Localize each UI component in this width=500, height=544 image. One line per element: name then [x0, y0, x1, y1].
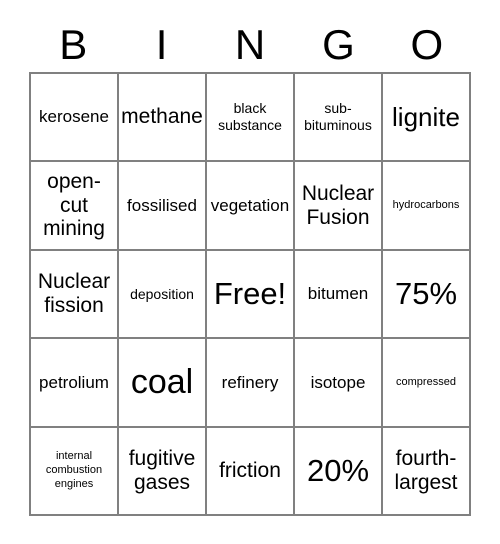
- bingo-cell[interactable]: isotope: [295, 339, 383, 428]
- bingo-header-letter-n: N: [234, 21, 266, 68]
- bingo-cell[interactable]: fossilised: [119, 162, 207, 251]
- bingo-cell[interactable]: hydrocarbons: [383, 162, 471, 251]
- bingo-cell-free-space[interactable]: Free!: [207, 250, 295, 340]
- bingo-cell-label: kerosene: [39, 107, 109, 127]
- bingo-card: B I N G O kerosene methane black substan…: [0, 0, 500, 544]
- bingo-cell-label: coal: [130, 362, 194, 401]
- bingo-cell-label: open- cut mining: [43, 170, 105, 241]
- bingo-cell[interactable]: methane: [119, 74, 207, 163]
- bingo-cell-label: 20%: [306, 453, 370, 489]
- bingo-cell[interactable]: Nuclear Fusion: [295, 162, 383, 251]
- bingo-cell-label: refinery: [221, 372, 279, 392]
- bingo-cell[interactable]: black substance: [207, 74, 295, 163]
- bingo-grid: kerosene methane black substance sub- bi…: [29, 72, 471, 516]
- bingo-cell-label: black substance: [218, 100, 282, 134]
- bingo-cell[interactable]: sub- bituminous: [295, 74, 383, 163]
- bingo-cell-label: hydrocarbons: [392, 198, 460, 211]
- bingo-cell-label: fourth- largest: [394, 447, 458, 494]
- bingo-cell[interactable]: open- cut mining: [31, 162, 119, 251]
- bingo-cell[interactable]: refinery: [207, 339, 295, 428]
- bingo-cell[interactable]: coal: [119, 339, 207, 428]
- bingo-cell[interactable]: lignite: [383, 74, 471, 163]
- bingo-cell[interactable]: fourth- largest: [383, 427, 471, 516]
- bingo-free-space-label: Free!: [213, 276, 287, 312]
- bingo-cell-label: 75%: [394, 276, 458, 312]
- bingo-cell-label: Nuclear fission: [37, 270, 111, 317]
- bingo-cell[interactable]: 75%: [383, 250, 471, 340]
- bingo-cell[interactable]: 20%: [295, 427, 383, 516]
- bingo-header-letter-i: I: [155, 21, 168, 68]
- bingo-cell-label: sub- bituminous: [304, 100, 372, 134]
- bingo-cell-label: fossilised: [127, 195, 197, 215]
- bingo-cell-label: isotope: [310, 372, 366, 392]
- bingo-cell-label: methane: [121, 105, 203, 129]
- bingo-cell[interactable]: deposition: [119, 250, 207, 340]
- bingo-cell-label: compressed: [396, 375, 456, 388]
- bingo-cell[interactable]: Nuclear fission: [31, 250, 119, 340]
- bingo-cell-label: petrolium: [39, 372, 109, 392]
- bingo-header-row: B I N G O: [29, 18, 471, 72]
- bingo-cell[interactable]: internal combustion engines: [31, 427, 119, 516]
- bingo-cell-label: fugitive gases: [128, 447, 196, 494]
- bingo-cell-label: Nuclear Fusion: [301, 182, 375, 229]
- bingo-cell[interactable]: vegetation: [207, 162, 295, 251]
- bingo-cell[interactable]: bitumen: [295, 250, 383, 340]
- bingo-cell-label: friction: [219, 459, 281, 483]
- bingo-header-letter-g: G: [322, 21, 355, 68]
- bingo-cell[interactable]: petrolium: [31, 339, 119, 428]
- bingo-cell[interactable]: friction: [207, 427, 295, 516]
- bingo-cell-label: lignite: [392, 101, 460, 132]
- bingo-header-letter-o: O: [410, 21, 444, 68]
- bingo-header-letter-b: B: [59, 21, 88, 68]
- bingo-cell-label: vegetation: [210, 195, 290, 215]
- bingo-cell[interactable]: kerosene: [31, 74, 119, 163]
- bingo-cell-label: internal combustion engines: [45, 450, 103, 490]
- bingo-cell-label: bitumen: [307, 284, 369, 304]
- bingo-cell-label: deposition: [130, 285, 194, 302]
- bingo-cell[interactable]: compressed: [383, 339, 471, 428]
- bingo-cell[interactable]: fugitive gases: [119, 427, 207, 516]
